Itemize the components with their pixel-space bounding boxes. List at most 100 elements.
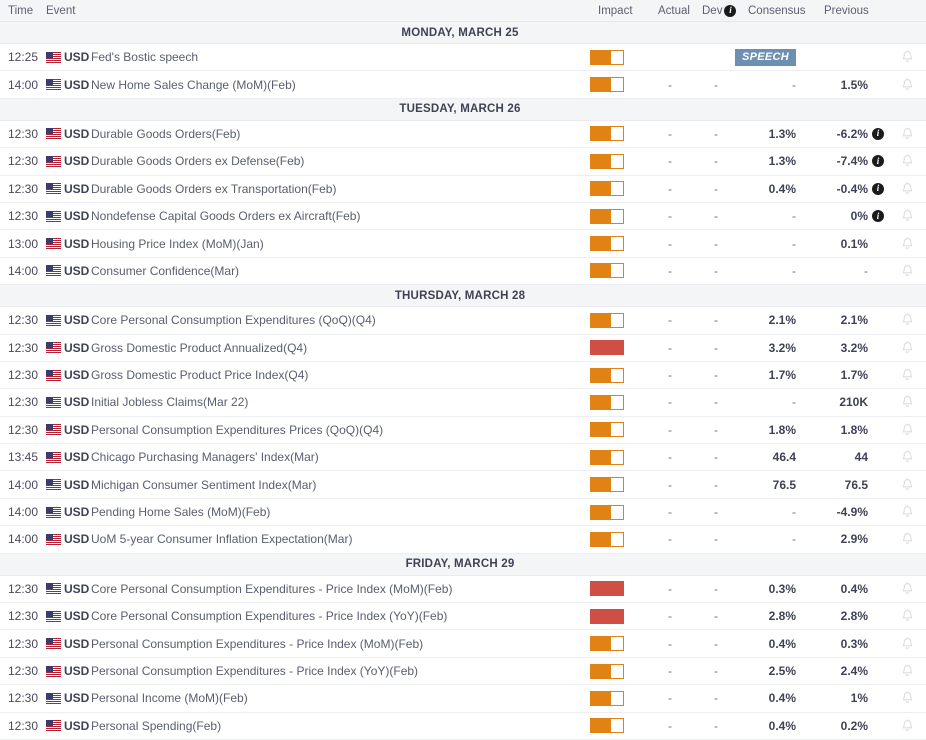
alert-bell-cell[interactable] xyxy=(888,582,926,596)
alert-bell-cell[interactable] xyxy=(888,478,926,492)
info-cell[interactable]: i xyxy=(868,210,888,222)
event-name[interactable]: Personal Consumption Expenditures - Pric… xyxy=(88,664,578,678)
table-row[interactable]: 14:00USDPending Home Sales (MoM)(Feb)---… xyxy=(0,499,926,526)
bell-icon[interactable] xyxy=(901,609,914,623)
bell-icon[interactable] xyxy=(901,505,914,519)
table-row[interactable]: 12:30USDPersonal Consumption Expenditure… xyxy=(0,417,926,444)
event-name[interactable]: Core Personal Consumption Expenditures (… xyxy=(88,313,578,327)
table-row[interactable]: 13:00USDHousing Price Index (MoM)(Jan)--… xyxy=(0,230,926,257)
alert-bell-cell[interactable] xyxy=(888,423,926,437)
table-row[interactable]: 12:30USDGross Domestic Product Price Ind… xyxy=(0,362,926,389)
table-row[interactable]: 12:30USDNondefense Capital Goods Orders … xyxy=(0,203,926,230)
table-row[interactable]: 12:30USDPersonal Income (MoM)(Feb)--0.4%… xyxy=(0,685,926,712)
table-row[interactable]: 14:00USDNew Home Sales Change (MoM)(Feb)… xyxy=(0,71,926,98)
bell-icon[interactable] xyxy=(901,637,914,651)
event-name[interactable]: Housing Price Index (MoM)(Jan) xyxy=(88,237,578,251)
info-cell[interactable]: i xyxy=(868,155,888,167)
bell-icon[interactable] xyxy=(901,582,914,596)
event-name[interactable]: Nondefense Capital Goods Orders ex Aircr… xyxy=(88,209,578,223)
event-name[interactable]: Chicago Purchasing Managers' Index(Mar) xyxy=(88,450,578,464)
bell-icon[interactable] xyxy=(901,264,914,278)
column-header-event[interactable]: Event xyxy=(40,5,598,17)
event-name[interactable]: Fed's Bostic speech xyxy=(88,50,578,64)
table-row[interactable]: 14:00USDMichigan Consumer Sentiment Inde… xyxy=(0,471,926,498)
column-header-actual[interactable]: Actual xyxy=(658,5,702,17)
table-row[interactable]: 12:30USDCore Personal Consumption Expend… xyxy=(0,307,926,334)
alert-bell-cell[interactable] xyxy=(888,691,926,705)
bell-icon[interactable] xyxy=(901,719,914,733)
bell-icon[interactable] xyxy=(901,423,914,437)
table-row[interactable]: 12:30USDDurable Goods Orders ex Transpor… xyxy=(0,176,926,203)
alert-bell-cell[interactable] xyxy=(888,395,926,409)
alert-bell-cell[interactable] xyxy=(888,182,926,196)
bell-icon[interactable] xyxy=(901,182,914,196)
alert-bell-cell[interactable] xyxy=(888,264,926,278)
alert-bell-cell[interactable] xyxy=(888,78,926,92)
column-header-dev[interactable]: Dev i xyxy=(702,5,748,17)
column-header-previous[interactable]: Previous xyxy=(824,5,888,17)
info-icon[interactable]: i xyxy=(724,5,736,17)
alert-bell-cell[interactable] xyxy=(888,368,926,382)
alert-bell-cell[interactable] xyxy=(888,719,926,733)
table-row[interactable]: 12:30USDCore Personal Consumption Expend… xyxy=(0,603,926,630)
table-row[interactable]: 12:30USDPersonal Consumption Expenditure… xyxy=(0,658,926,685)
bell-icon[interactable] xyxy=(901,664,914,678)
alert-bell-cell[interactable] xyxy=(888,664,926,678)
bell-icon[interactable] xyxy=(901,395,914,409)
info-icon[interactable]: i xyxy=(872,155,884,167)
bell-icon[interactable] xyxy=(901,127,914,141)
event-name[interactable]: Michigan Consumer Sentiment Index(Mar) xyxy=(88,478,578,492)
info-icon[interactable]: i xyxy=(872,210,884,222)
bell-icon[interactable] xyxy=(901,341,914,355)
bell-icon[interactable] xyxy=(901,691,914,705)
bell-icon[interactable] xyxy=(901,78,914,92)
column-header-consensus[interactable]: Consensus xyxy=(748,5,824,17)
event-name[interactable]: Core Personal Consumption Expenditures -… xyxy=(88,609,578,623)
bell-icon[interactable] xyxy=(901,50,914,64)
event-name[interactable]: Gross Domestic Product Annualized(Q4) xyxy=(88,341,578,355)
table-row[interactable]: 12:30USDGross Domestic Product Annualize… xyxy=(0,335,926,362)
info-icon[interactable]: i xyxy=(872,183,884,195)
table-row[interactable]: 14:00USDConsumer Confidence(Mar)---- xyxy=(0,258,926,285)
info-icon[interactable]: i xyxy=(872,128,884,140)
event-name[interactable]: UoM 5-year Consumer Inflation Expectatio… xyxy=(88,532,578,546)
table-row[interactable]: 14:00USDUoM 5-year Consumer Inflation Ex… xyxy=(0,526,926,553)
table-row[interactable]: 12:30USDDurable Goods Orders ex Defense(… xyxy=(0,148,926,175)
event-name[interactable]: Pending Home Sales (MoM)(Feb) xyxy=(88,505,578,519)
event-name[interactable]: Gross Domestic Product Price Index(Q4) xyxy=(88,368,578,382)
bell-icon[interactable] xyxy=(901,450,914,464)
alert-bell-cell[interactable] xyxy=(888,313,926,327)
bell-icon[interactable] xyxy=(901,313,914,327)
alert-bell-cell[interactable] xyxy=(888,50,926,64)
table-row[interactable]: 12:30USDInitial Jobless Claims(Mar 22)--… xyxy=(0,389,926,416)
table-row[interactable]: 12:30USDPersonal Consumption Expenditure… xyxy=(0,630,926,657)
bell-icon[interactable] xyxy=(901,532,914,546)
bell-icon[interactable] xyxy=(901,154,914,168)
alert-bell-cell[interactable] xyxy=(888,609,926,623)
event-name[interactable]: Durable Goods Orders ex Transportation(F… xyxy=(88,182,578,196)
bell-icon[interactable] xyxy=(901,209,914,223)
table-row[interactable]: 12:25USDFed's Bostic speechSPEECH xyxy=(0,44,926,71)
event-name[interactable]: Durable Goods Orders ex Defense(Feb) xyxy=(88,154,578,168)
event-name[interactable]: Personal Income (MoM)(Feb) xyxy=(88,691,578,705)
event-name[interactable]: New Home Sales Change (MoM)(Feb) xyxy=(88,78,578,92)
event-name[interactable]: Durable Goods Orders(Feb) xyxy=(88,127,578,141)
event-name[interactable]: Core Personal Consumption Expenditures -… xyxy=(88,582,578,596)
info-cell[interactable]: i xyxy=(868,128,888,140)
alert-bell-cell[interactable] xyxy=(888,637,926,651)
info-cell[interactable]: i xyxy=(868,183,888,195)
bell-icon[interactable] xyxy=(901,368,914,382)
column-header-impact[interactable]: Impact xyxy=(598,5,658,17)
alert-bell-cell[interactable] xyxy=(888,154,926,168)
alert-bell-cell[interactable] xyxy=(888,450,926,464)
alert-bell-cell[interactable] xyxy=(888,127,926,141)
column-header-time[interactable]: Time xyxy=(0,5,40,17)
event-name[interactable]: Initial Jobless Claims(Mar 22) xyxy=(88,395,578,409)
bell-icon[interactable] xyxy=(901,237,914,251)
alert-bell-cell[interactable] xyxy=(888,505,926,519)
event-name[interactable]: Consumer Confidence(Mar) xyxy=(88,264,578,278)
event-name[interactable]: Personal Spending(Feb) xyxy=(88,719,578,733)
alert-bell-cell[interactable] xyxy=(888,237,926,251)
event-name[interactable]: Personal Consumption Expenditures - Pric… xyxy=(88,637,578,651)
table-row[interactable]: 13:45USDChicago Purchasing Managers' Ind… xyxy=(0,444,926,471)
